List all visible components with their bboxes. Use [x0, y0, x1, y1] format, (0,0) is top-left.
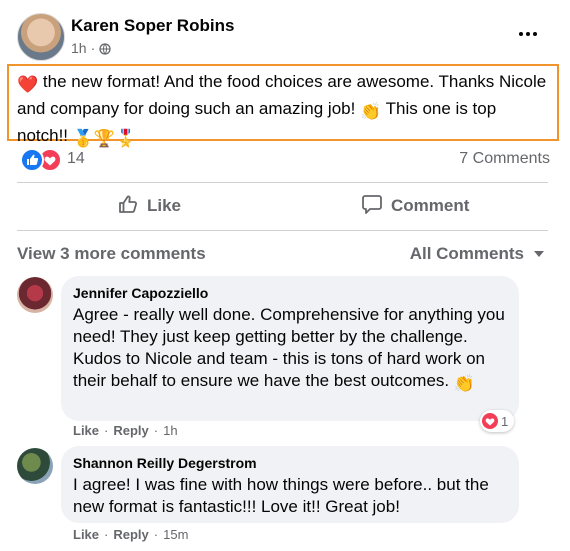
- more-options-button[interactable]: [514, 24, 542, 44]
- commenter-name[interactable]: Jennifer Capozziello: [73, 284, 507, 302]
- comment-button[interactable]: Comment: [361, 192, 469, 220]
- comment-text-body: Agree - really well done. Comprehensive …: [73, 305, 505, 390]
- like-reaction-icon[interactable]: [20, 148, 44, 172]
- caret-down-icon: [534, 251, 544, 257]
- post-time[interactable]: 1h: [71, 40, 87, 56]
- divider: [17, 182, 548, 183]
- comment-text: Agree - really well done. Comprehensive …: [73, 304, 507, 395]
- comment-count-link[interactable]: 7 Comments: [459, 150, 550, 168]
- facebook-post: Karen Soper Robins 1h · ❤️ the new forma…: [0, 0, 570, 551]
- meta-separator: ·: [90, 40, 96, 56]
- comment-bubble-icon: [361, 193, 383, 220]
- reactions-row: 14 7 Comments: [17, 146, 550, 172]
- comment-like-link[interactable]: Like: [73, 423, 99, 438]
- dot-icon: [526, 32, 530, 36]
- author-avatar[interactable]: [17, 13, 65, 61]
- all-comments-filter[interactable]: All Comments: [410, 244, 544, 264]
- dot-separator: ·: [153, 423, 159, 438]
- comment-label: Comment: [391, 196, 470, 215]
- dot-separator: ·: [104, 527, 109, 542]
- dot-separator: ·: [153, 527, 159, 542]
- comment-bubble: Shannon Reilly Degerstrom I agree! I was…: [61, 446, 519, 523]
- heart-emoji: ❤️: [17, 75, 39, 94]
- post-meta: 1h ·: [71, 40, 111, 56]
- dot-icon: [533, 32, 537, 36]
- like-label: Like: [147, 196, 182, 215]
- clap-emoji: 👏: [453, 374, 476, 393]
- reaction-count[interactable]: 14: [67, 150, 85, 168]
- post-text: ❤️ the new format! And the food choices …: [17, 70, 547, 151]
- comment-like-link[interactable]: Like: [73, 527, 99, 542]
- love-reaction-icon: [482, 413, 498, 429]
- clap-emoji: 👏: [360, 102, 382, 121]
- author-name[interactable]: Karen Soper Robins: [71, 16, 234, 36]
- commenter-avatar[interactable]: [17, 277, 53, 313]
- view-more-comments-link[interactable]: View 3 more comments: [17, 244, 206, 264]
- like-button[interactable]: Like: [117, 192, 181, 220]
- dot-separator: ·: [104, 423, 109, 438]
- globe-icon: [99, 42, 111, 55]
- comment-actions: Like · Reply · 1h: [73, 423, 178, 438]
- comment-reaction-badge[interactable]: 1: [480, 410, 515, 432]
- comment-bubble: Jennifer Capozziello Agree - really well…: [61, 276, 519, 421]
- filter-label: All Comments: [409, 244, 524, 263]
- comment-time[interactable]: 1h: [163, 423, 177, 438]
- comment-text: I agree! I was fine with how things were…: [73, 475, 489, 516]
- comment-time[interactable]: 15m: [163, 527, 188, 542]
- commenter-avatar[interactable]: [17, 448, 53, 484]
- comment-actions: Like · Reply · 15m: [73, 527, 188, 542]
- dot-icon: [519, 32, 523, 36]
- commenter-name[interactable]: Shannon Reilly Degerstrom: [73, 454, 507, 472]
- thumbs-up-icon: [117, 193, 139, 220]
- divider: [17, 230, 548, 231]
- comment-reaction-count: 1: [501, 413, 509, 429]
- comment-reply-link[interactable]: Reply: [113, 423, 148, 438]
- comment-reply-link[interactable]: Reply: [113, 527, 148, 542]
